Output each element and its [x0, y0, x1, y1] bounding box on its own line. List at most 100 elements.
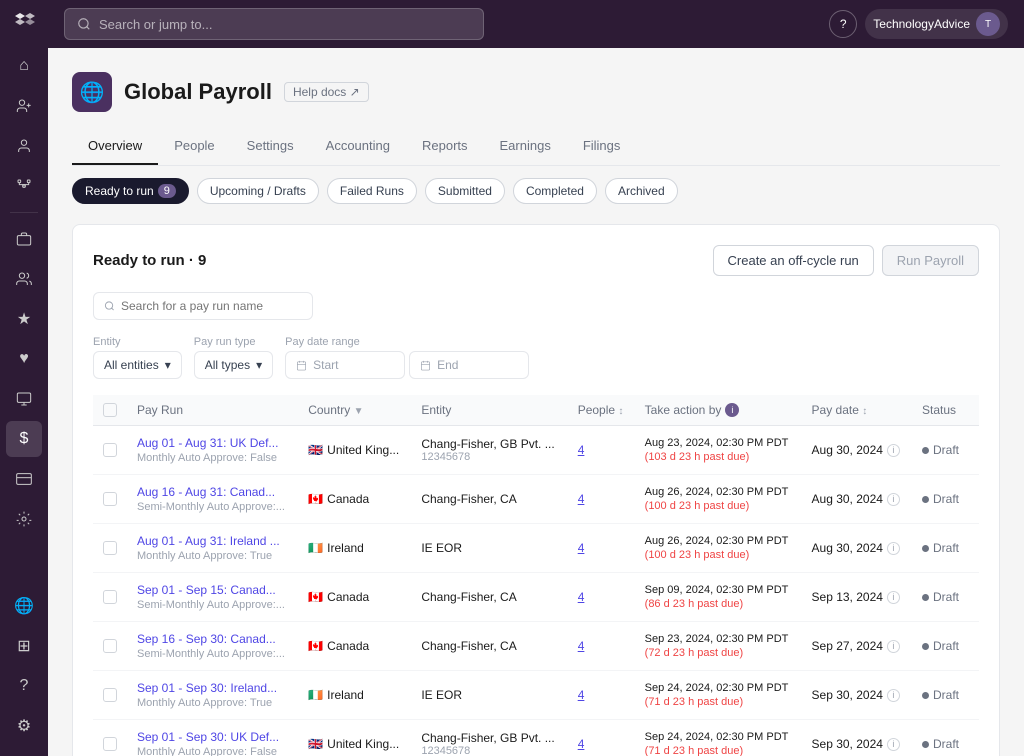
pay-run-link-1[interactable]: Aug 16 - Aug 31: Canad... [137, 485, 288, 499]
people-count-1[interactable]: 4 [578, 492, 585, 506]
pay-runs-table: Pay Run Country ▼ Entity People ↕ Take a… [93, 395, 979, 756]
pay-run-cell-4: Sep 16 - Sep 30: Canad... Semi-Monthly A… [127, 622, 298, 671]
pay-date-info-0[interactable]: i [887, 444, 900, 457]
select-all-checkbox[interactable] [103, 403, 117, 417]
person-icon[interactable] [6, 128, 42, 164]
team-icon[interactable] [6, 261, 42, 297]
apps-bottom-icon[interactable]: ⊞ [6, 628, 42, 664]
start-date-input[interactable]: Start [285, 351, 405, 379]
person-add-icon[interactable] [6, 88, 42, 124]
monitor-icon[interactable] [6, 381, 42, 417]
user-badge[interactable]: TechnologyAdvice T [865, 9, 1008, 39]
action-info-icon[interactable]: i [725, 403, 739, 417]
question-bottom-icon[interactable]: ? [6, 668, 42, 704]
run-payroll-button[interactable]: Run Payroll [882, 245, 979, 276]
filter-tab-failed[interactable]: Failed Runs [327, 178, 417, 204]
people-count-4[interactable]: 4 [578, 639, 585, 653]
card-icon[interactable] [6, 461, 42, 497]
tab-overview[interactable]: Overview [72, 128, 158, 165]
pay-date-info-2[interactable]: i [887, 542, 900, 555]
settings-bottom-icon[interactable]: ⚙ [6, 708, 42, 744]
filter-tab-upcoming[interactable]: Upcoming / Drafts [197, 178, 319, 204]
action-date-6: Sep 24, 2024, 02:30 PM PDT [645, 731, 792, 743]
star-icon[interactable]: ★ [6, 301, 42, 337]
country-cell-2: 🇮🇪 Ireland [298, 524, 411, 573]
people-count-3[interactable]: 4 [578, 590, 585, 604]
filter-tab-submitted[interactable]: Submitted [425, 178, 505, 204]
status-draft-3: Draft [922, 590, 969, 604]
people-cell-6: 4 [568, 720, 635, 756]
filter-tab-archived[interactable]: Archived [605, 178, 678, 204]
entity-header: Entity [411, 395, 567, 426]
status-cell-6: Draft [912, 720, 979, 756]
country-sort-icon[interactable]: ▼ [354, 406, 364, 417]
row-checkbox-4[interactable] [103, 639, 117, 653]
pay-run-cell-2: Aug 01 - Aug 31: Ireland ... Monthly Aut… [127, 524, 298, 573]
pay-run-cell-0: Aug 01 - Aug 31: UK Def... Monthly Auto … [127, 426, 298, 475]
people-count-2[interactable]: 4 [578, 541, 585, 555]
row-checkbox-2[interactable] [103, 541, 117, 555]
tab-reports[interactable]: Reports [406, 128, 484, 165]
main-tabs: Overview People Settings Accounting Repo… [72, 128, 1000, 166]
tab-settings[interactable]: Settings [231, 128, 310, 165]
pay-date-header: Pay date ↕ [802, 395, 912, 426]
type-filter-select[interactable]: All types ▾ [194, 351, 273, 379]
filter-tab-completed[interactable]: Completed [513, 178, 597, 204]
status-cell-5: Draft [912, 671, 979, 720]
people-cell-0: 4 [568, 426, 635, 475]
pay-run-link-0[interactable]: Aug 01 - Aug 31: UK Def... [137, 436, 288, 450]
people-cell-1: 4 [568, 475, 635, 524]
pay-date-value-0: Aug 30, 2024 [812, 443, 883, 457]
create-off-cycle-button[interactable]: Create an off-cycle run [713, 245, 874, 276]
tab-earnings[interactable]: Earnings [484, 128, 567, 165]
search-input[interactable] [121, 299, 302, 313]
pay-run-sub-3: Semi-Monthly Auto Approve:... [137, 599, 288, 611]
pay-run-link-4[interactable]: Sep 16 - Sep 30: Canad... [137, 632, 288, 646]
settings-small-icon[interactable] [6, 501, 42, 537]
country-header: Country ▼ [298, 395, 411, 426]
entity-filter-select[interactable]: All entities ▾ [93, 351, 182, 379]
pay-run-link-3[interactable]: Sep 01 - Sep 15: Canad... [137, 583, 288, 597]
heart-icon[interactable]: ♥ [6, 341, 42, 377]
pay-date-cell-5: Sep 30, 2024 i [802, 671, 912, 720]
globe-bottom-icon[interactable]: 🌐 [6, 588, 42, 624]
flag-icon-2: 🇮🇪 [308, 541, 323, 555]
row-checkbox-5[interactable] [103, 688, 117, 702]
pay-date-value-6: Sep 30, 2024 [812, 737, 883, 751]
briefcase-icon[interactable] [6, 221, 42, 257]
table-row: Aug 01 - Aug 31: Ireland ... Monthly Aut… [93, 524, 979, 573]
flag-icon-1: 🇨🇦 [308, 492, 323, 506]
pay-date-info-4[interactable]: i [887, 640, 900, 653]
row-checkbox-6[interactable] [103, 737, 117, 751]
people-sort-icon[interactable]: ↕ [618, 406, 623, 417]
pay-date-info-5[interactable]: i [887, 689, 900, 702]
pay-run-link-2[interactable]: Aug 01 - Aug 31: Ireland ... [137, 534, 288, 548]
row-checkbox-3[interactable] [103, 590, 117, 604]
people-count-5[interactable]: 4 [578, 688, 585, 702]
pay-date-info-6[interactable]: i [887, 738, 900, 751]
pay-run-search[interactable] [93, 292, 313, 320]
help-button[interactable]: ? [829, 10, 857, 38]
row-checkbox-1[interactable] [103, 492, 117, 506]
pay-date-info-3[interactable]: i [887, 591, 900, 604]
tab-filings[interactable]: Filings [567, 128, 637, 165]
dollar-icon[interactable]: $ [6, 421, 42, 457]
tab-accounting[interactable]: Accounting [310, 128, 406, 165]
filter-tab-ready[interactable]: Ready to run 9 [72, 178, 189, 204]
people-count-0[interactable]: 4 [578, 443, 585, 457]
end-date-input[interactable]: End [409, 351, 529, 379]
status-draft-5: Draft [922, 688, 969, 702]
row-checkbox-0[interactable] [103, 443, 117, 457]
pay-date-info-1[interactable]: i [887, 493, 900, 506]
people-count-6[interactable]: 4 [578, 737, 585, 751]
country-cell-6: 🇬🇧 United King... [298, 720, 411, 756]
ready-badge: 9 [158, 184, 176, 198]
org-chart-icon[interactable] [6, 168, 42, 204]
tab-people[interactable]: People [158, 128, 230, 165]
home-icon[interactable]: ⌂ [6, 48, 42, 84]
help-docs-link[interactable]: Help docs ↗ [284, 82, 369, 102]
pay-run-link-5[interactable]: Sep 01 - Sep 30: Ireland... [137, 681, 288, 695]
pay-date-sort-icon[interactable]: ↕ [862, 406, 867, 417]
pay-run-link-6[interactable]: Sep 01 - Sep 30: UK Def... [137, 730, 288, 744]
search-box[interactable]: Search or jump to... [64, 8, 484, 40]
